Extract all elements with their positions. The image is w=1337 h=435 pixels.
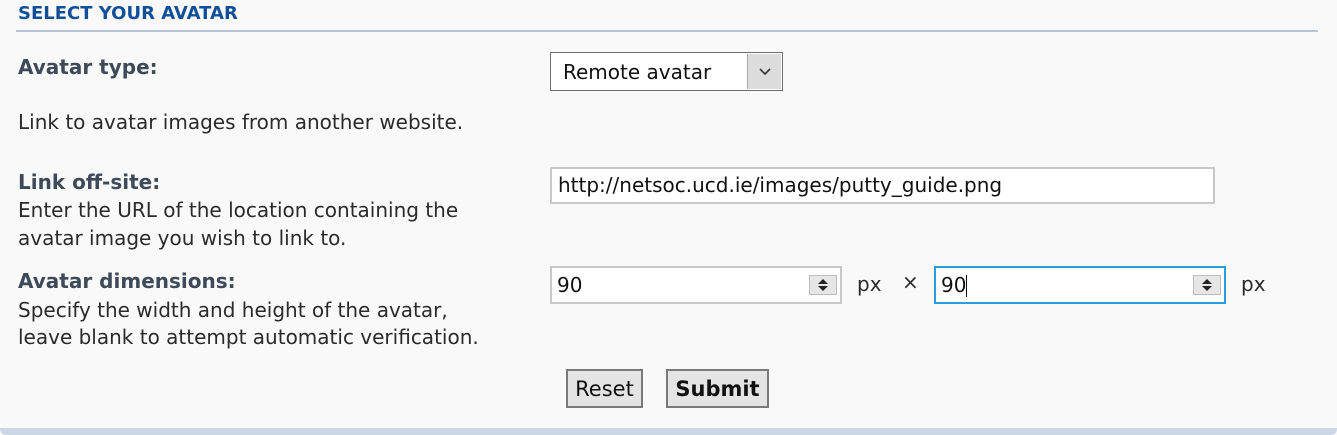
link-offsite-description-line2: avatar image you wish to link to. (18, 226, 347, 250)
avatar-height-value: 90 (941, 272, 967, 297)
avatar-type-description: Link to avatar images from another websi… (18, 110, 464, 134)
section-title: SELECT YOUR AVATAR (18, 3, 238, 24)
avatar-type-select[interactable]: Remote avatar (550, 52, 783, 91)
dimension-separator: × (902, 270, 919, 294)
avatar-type-selected-value: Remote avatar (563, 59, 712, 84)
avatar-height-input[interactable]: 90 (934, 266, 1226, 304)
width-unit-label: px (857, 272, 882, 296)
title-divider (16, 30, 1318, 32)
panel-bottom-border (0, 428, 1337, 435)
avatar-dimensions-description-line2: leave blank to attempt automatic verific… (18, 325, 479, 349)
text-caret (966, 275, 968, 298)
avatar-type-label: Avatar type: (18, 55, 158, 79)
link-offsite-url-input[interactable]: http://netsoc.ucd.ie/images/putty_guide.… (550, 167, 1215, 204)
avatar-dimensions-label: Avatar dimensions: (18, 269, 236, 293)
link-offsite-label: Link off-site: (18, 170, 161, 194)
avatar-width-input[interactable]: 90 (550, 266, 842, 304)
spinner-arrows-icon[interactable] (1193, 275, 1221, 295)
reset-button[interactable]: Reset (566, 369, 643, 408)
chevron-down-icon[interactable] (747, 54, 781, 89)
avatar-panel: SELECT YOUR AVATAR Avatar type: Remote a… (0, 0, 1337, 435)
spinner-arrows-icon[interactable] (809, 275, 837, 295)
avatar-height-value-wrap: 90 (936, 273, 1193, 298)
height-unit-label: px (1241, 272, 1266, 296)
avatar-width-value: 90 (557, 273, 583, 297)
link-offsite-description-line1: Enter the URL of the location containing… (18, 198, 459, 222)
submit-button[interactable]: Submit (666, 369, 769, 408)
avatar-dimensions-description-line1: Specify the width and height of the avat… (18, 298, 448, 322)
